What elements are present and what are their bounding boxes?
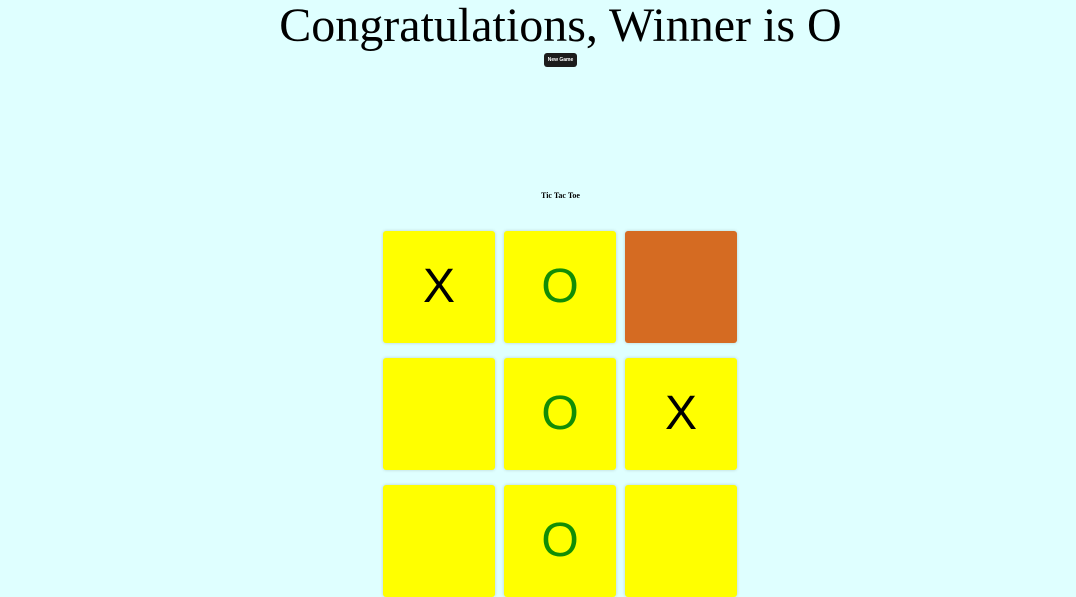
board-cell[interactable]: O: [504, 231, 616, 343]
cell-mark: X: [664, 387, 697, 440]
cell-mark: O: [541, 514, 579, 567]
new-game-button[interactable]: New Game: [544, 53, 577, 67]
board-cell[interactable]: [383, 358, 495, 470]
cell-mark: X: [422, 260, 455, 313]
game-board: X O O X O: [383, 231, 737, 597]
board-cell[interactable]: [625, 485, 737, 597]
board-cell[interactable]: O: [504, 485, 616, 597]
board-cell[interactable]: X: [625, 358, 737, 470]
cell-mark: O: [541, 387, 579, 440]
winner-message: Congratulations, Winner is O: [279, 0, 842, 52]
board-cell[interactable]: O: [504, 358, 616, 470]
board-cell[interactable]: [625, 231, 737, 343]
cell-mark: O: [541, 260, 579, 313]
board-cell[interactable]: [383, 485, 495, 597]
board-cell[interactable]: X: [383, 231, 495, 343]
game-title: Tic Tac Toe: [541, 191, 580, 200]
